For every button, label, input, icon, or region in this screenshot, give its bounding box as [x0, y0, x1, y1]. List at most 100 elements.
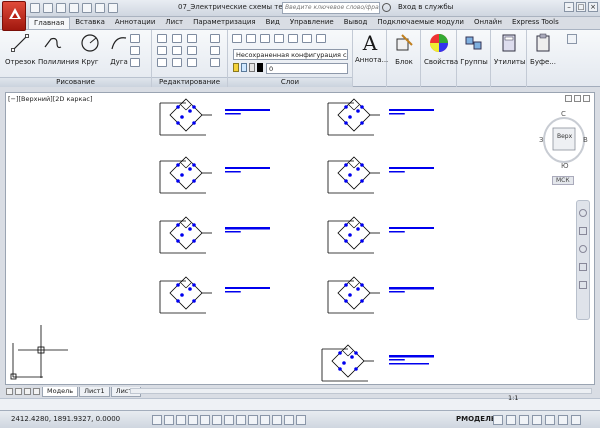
- layer-properties-icon[interactable]: [232, 34, 242, 43]
- explode-icon[interactable]: [210, 46, 220, 55]
- line-tool-button[interactable]: Отрезок: [5, 33, 36, 66]
- ribbon-toggle-icon[interactable]: [567, 34, 577, 44]
- binoculars-icon[interactable]: [382, 3, 391, 12]
- drawing-viewport[interactable]: [−][Верхний][2D каркас] Верх С Ю З В МСК: [5, 92, 595, 385]
- circle-tool-button[interactable]: Круг: [75, 33, 105, 66]
- tab-parametric[interactable]: Параметризация: [188, 17, 260, 29]
- current-layer-dropdown[interactable]: 0: [266, 63, 348, 74]
- minimize-button[interactable]: –: [564, 2, 574, 12]
- last-layout-icon[interactable]: [33, 388, 40, 395]
- ortho-icon[interactable]: [176, 415, 186, 425]
- layer-color-swatch[interactable]: [257, 63, 264, 72]
- lightbulb-icon[interactable]: [233, 63, 240, 72]
- stretch-icon[interactable]: [157, 58, 167, 67]
- first-layout-icon[interactable]: [6, 388, 13, 395]
- orbit-icon[interactable]: [579, 263, 587, 271]
- viewcube-face-top[interactable]: Верх: [557, 133, 572, 140]
- erase-icon[interactable]: [210, 34, 220, 43]
- move-icon[interactable]: [157, 34, 167, 43]
- offset-icon[interactable]: [210, 58, 220, 67]
- layer-match-icon[interactable]: [288, 34, 298, 43]
- fillet-icon[interactable]: [187, 46, 197, 55]
- undo-icon[interactable]: [95, 3, 105, 13]
- layer-state-dropdown[interactable]: Несохраненная конфигурация сло: [233, 49, 348, 60]
- clipboard-button[interactable]: Буфе...: [528, 33, 558, 66]
- otrack-icon[interactable]: [224, 415, 234, 425]
- compass-west[interactable]: З: [539, 136, 544, 144]
- trim-icon[interactable]: [187, 34, 197, 43]
- quick-view-drawings-icon[interactable]: [506, 415, 516, 425]
- draw-panel-label[interactable]: Рисование: [0, 77, 151, 87]
- ducs-icon[interactable]: [236, 415, 246, 425]
- quick-properties-icon[interactable]: [284, 415, 294, 425]
- ucs-menu[interactable]: МСК: [552, 176, 574, 185]
- tab-express-tools[interactable]: Express Tools: [507, 17, 564, 29]
- layer-lock-icon[interactable]: [260, 34, 270, 43]
- tab-annotate[interactable]: Аннотации: [110, 17, 160, 29]
- layer-current-icon[interactable]: [316, 34, 326, 43]
- hardware-accel-icon[interactable]: [545, 415, 555, 425]
- layer-isolate-icon[interactable]: [274, 34, 284, 43]
- lock-toolbar-icon[interactable]: [532, 415, 542, 425]
- tab-online[interactable]: Онлайн: [469, 17, 507, 29]
- showmotion-icon[interactable]: [579, 281, 587, 289]
- search-input[interactable]: Введите ключевое слово/фразу: [282, 2, 380, 14]
- layer-freeze-icon[interactable]: [246, 34, 256, 43]
- hatch-icon[interactable]: [130, 46, 140, 55]
- scale-icon[interactable]: [172, 58, 182, 67]
- region-icon[interactable]: [130, 58, 140, 67]
- tab-output[interactable]: Вывод: [339, 17, 373, 29]
- polar-icon[interactable]: [188, 415, 198, 425]
- close-button[interactable]: ×: [588, 2, 598, 12]
- viewcube[interactable]: Верх С Ю З В МСК: [538, 106, 590, 186]
- groups-button[interactable]: Группы: [459, 33, 489, 66]
- print-icon[interactable]: [82, 3, 92, 13]
- annotation-button[interactable]: A Аннота...: [355, 33, 388, 64]
- clean-screen-icon[interactable]: [571, 415, 581, 425]
- array-icon[interactable]: [187, 58, 197, 67]
- next-layout-icon[interactable]: [24, 388, 31, 395]
- prev-layout-icon[interactable]: [15, 388, 22, 395]
- 3d-osnap-icon[interactable]: [212, 415, 222, 425]
- lineweight-icon[interactable]: [260, 415, 270, 425]
- isolate-objects-icon[interactable]: [558, 415, 568, 425]
- tab-home[interactable]: Главная: [28, 17, 71, 29]
- maximize-button[interactable]: □: [576, 2, 586, 12]
- rectangle-icon[interactable]: [130, 34, 140, 43]
- save-as-icon[interactable]: [69, 3, 79, 13]
- compass-east[interactable]: В: [583, 136, 588, 144]
- save-icon[interactable]: [56, 3, 66, 13]
- steering-wheel-icon[interactable]: [579, 209, 587, 217]
- dyn-icon[interactable]: [248, 415, 258, 425]
- quick-view-layouts-icon[interactable]: [493, 415, 503, 425]
- modify-panel-label[interactable]: Редактирование: [152, 77, 227, 87]
- new-file-icon[interactable]: [30, 3, 40, 13]
- zoom-icon[interactable]: [579, 245, 587, 253]
- compass-south[interactable]: Ю: [561, 162, 569, 170]
- layers-panel-label[interactable]: Слои: [228, 77, 352, 87]
- sign-in-link[interactable]: Вход в службы: [398, 3, 453, 11]
- model-space-toggle[interactable]: РМОДЕЛЬ: [456, 415, 496, 423]
- workspace-gear-icon[interactable]: [519, 415, 529, 425]
- lock-icon[interactable]: [249, 63, 256, 72]
- rotate-icon[interactable]: [172, 34, 182, 43]
- polyline-tool-button[interactable]: Полилиния: [38, 33, 79, 66]
- block-button[interactable]: Блок: [389, 33, 419, 66]
- annotation-scale[interactable]: 1:1: [508, 394, 518, 402]
- pan-icon[interactable]: [579, 227, 587, 235]
- coordinates-readout[interactable]: 2412.4280, 1891.9327, 0.0000: [11, 415, 120, 423]
- layer-off-icon[interactable]: [302, 34, 312, 43]
- application-menu-button[interactable]: [2, 1, 26, 31]
- selection-cycling-icon[interactable]: [296, 415, 306, 425]
- tab-insert[interactable]: Вставка: [70, 17, 110, 29]
- tab-model[interactable]: Модель: [42, 386, 79, 397]
- tab-manage[interactable]: Управление: [285, 17, 339, 29]
- transparency-icon[interactable]: [272, 415, 282, 425]
- tab-view[interactable]: Вид: [261, 17, 285, 29]
- osnap-icon[interactable]: [200, 415, 210, 425]
- tab-plugins[interactable]: Подключаемые модули: [372, 17, 469, 29]
- compass-north[interactable]: С: [561, 110, 566, 118]
- copy-icon[interactable]: [157, 46, 167, 55]
- mirror-icon[interactable]: [172, 46, 182, 55]
- tab-sheet1[interactable]: Лист1: [79, 386, 110, 397]
